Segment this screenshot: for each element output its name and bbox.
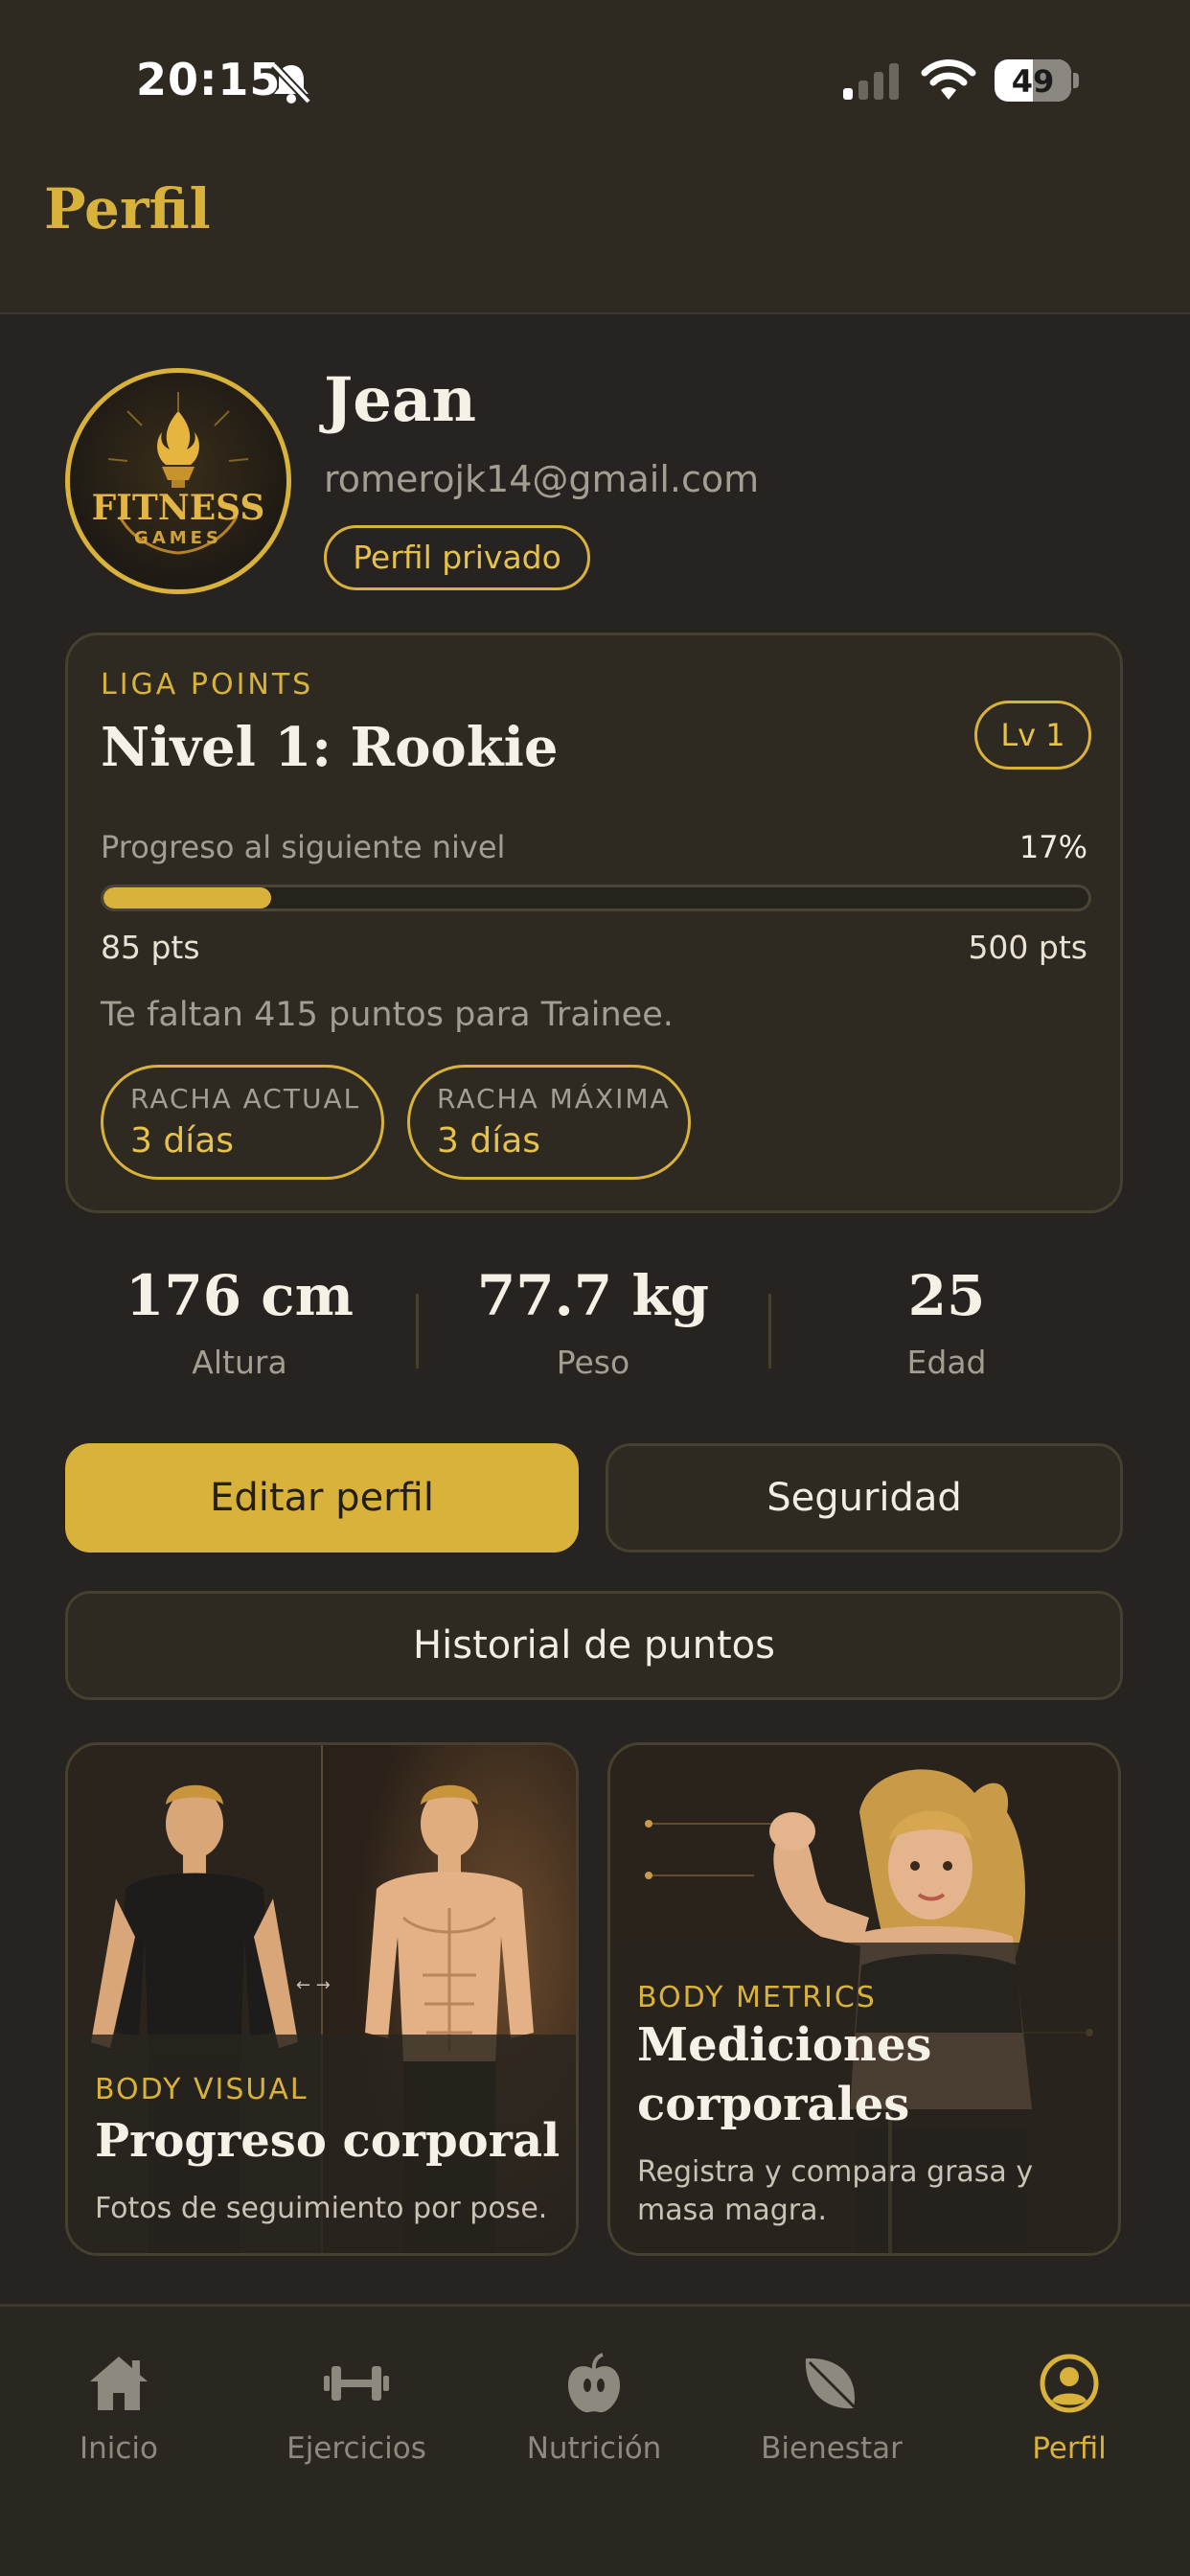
stat-value: 77.7 kg — [476, 1263, 710, 1328]
security-button[interactable]: Seguridad — [606, 1443, 1123, 1552]
progress-bar-fill — [103, 887, 271, 908]
card-eyebrow: BODY METRICS — [637, 1981, 877, 2014]
app-header: Perfil — [0, 144, 1190, 314]
avatar-logo-text: FITNESS — [91, 488, 265, 528]
points-next-level: 500 pts — [968, 929, 1087, 966]
page-title: Perfil — [44, 176, 211, 242]
league-points-card: LIGA POINTS Nivel 1: Rookie Lv 1 Progres… — [65, 632, 1123, 1213]
stat-label: Peso — [556, 1344, 630, 1381]
tab-label: Nutrición — [526, 2431, 662, 2466]
battery-icon: 49 — [995, 59, 1079, 102]
streak-value: 3 días — [437, 1121, 541, 1161]
torch-logo-icon — [107, 392, 249, 555]
dumbbell-icon — [324, 2366, 389, 2401]
stat-height: 176 cm Altura — [63, 1263, 416, 1381]
stat-weight: 77.7 kg Peso — [417, 1263, 769, 1381]
tab-bienestar[interactable]: Bienestar — [736, 2345, 927, 2466]
card-description: Fotos de seguimiento por pose. — [95, 2192, 548, 2225]
streak-label: RACHA MÁXIMA — [437, 1083, 671, 1115]
level-badge: Lv 1 — [974, 701, 1091, 770]
streak-value: 3 días — [130, 1121, 235, 1161]
streak-label: RACHA ACTUAL — [130, 1083, 361, 1115]
profile-name: Jean — [324, 364, 476, 436]
card-title-line: Mediciones — [637, 2018, 932, 2072]
points-current: 85 pts — [101, 929, 200, 966]
tab-label: Bienestar — [761, 2431, 903, 2466]
battery-level: 49 — [1011, 63, 1055, 100]
points-history-button[interactable]: Historial de puntos — [65, 1591, 1123, 1700]
tab-nutricion[interactable]: Nutrición — [498, 2345, 690, 2466]
level-title: Nivel 1: Rookie — [101, 716, 559, 779]
card-eyebrow: BODY VISUAL — [95, 2073, 309, 2106]
bottom-tab-bar: Inicio Ejercicios Nutrición Bienestar Pe… — [0, 2304, 1190, 2576]
stat-label: Edad — [906, 1344, 987, 1381]
tab-ejercicios[interactable]: Ejercicios — [261, 2345, 452, 2466]
card-title-line: corporales — [637, 2078, 910, 2131]
stat-value: 25 — [907, 1263, 986, 1328]
card-description-line: masa magra. — [637, 2194, 828, 2227]
leaf-icon — [805, 2358, 861, 2414]
avatar[interactable]: FITNESS GAMES — [65, 368, 291, 594]
tab-inicio[interactable]: Inicio — [23, 2345, 215, 2466]
body-visual-card[interactable]: ← → BODY VISUAL Progreso corporal Fotos … — [65, 1742, 579, 2256]
tab-label: Inicio — [79, 2431, 159, 2466]
bell-muted-icon — [271, 62, 311, 104]
tab-label: Perfil — [1032, 2431, 1107, 2466]
status-time: 20:15 — [136, 54, 282, 105]
max-streak-pill: RACHA MÁXIMA 3 días — [407, 1065, 691, 1180]
current-streak-pill: RACHA ACTUAL 3 días — [101, 1065, 384, 1180]
profile-icon — [1040, 2354, 1099, 2413]
progress-label: Progreso al siguiente nivel — [101, 829, 506, 865]
stat-age: 25 Edad — [770, 1263, 1123, 1381]
privacy-badge: Perfil privado — [324, 525, 590, 590]
svg-text:← →: ← → — [296, 1975, 331, 1995]
tab-label: Ejercicios — [286, 2431, 426, 2466]
card-title: Progreso corporal — [95, 2114, 561, 2168]
stat-value: 176 cm — [126, 1263, 354, 1328]
card-description-line: Registra y compara grasa y — [637, 2155, 1034, 2189]
avatar-logo-subtext: GAMES — [134, 528, 222, 548]
status-bar: 20:15 49 — [0, 0, 1190, 144]
stat-label: Altura — [192, 1344, 287, 1381]
body-metrics-card[interactable]: BODY METRICS Mediciones corporales Regis… — [607, 1742, 1121, 2256]
edit-profile-button[interactable]: Editar perfil — [65, 1443, 579, 1552]
tab-perfil[interactable]: Perfil — [973, 2345, 1165, 2466]
league-label: LIGA POINTS — [101, 668, 314, 702]
home-icon — [90, 2357, 148, 2410]
apple-icon — [568, 2353, 620, 2413]
points-remaining-text: Te faltan 415 puntos para Trainee. — [101, 996, 674, 1034]
profile-email: romerojk14@gmail.com — [324, 458, 760, 500]
progress-bar — [101, 885, 1091, 911]
progress-percent: 17% — [1018, 829, 1087, 865]
cellular-signal-icon — [843, 63, 899, 100]
wifi-icon — [921, 59, 976, 100]
